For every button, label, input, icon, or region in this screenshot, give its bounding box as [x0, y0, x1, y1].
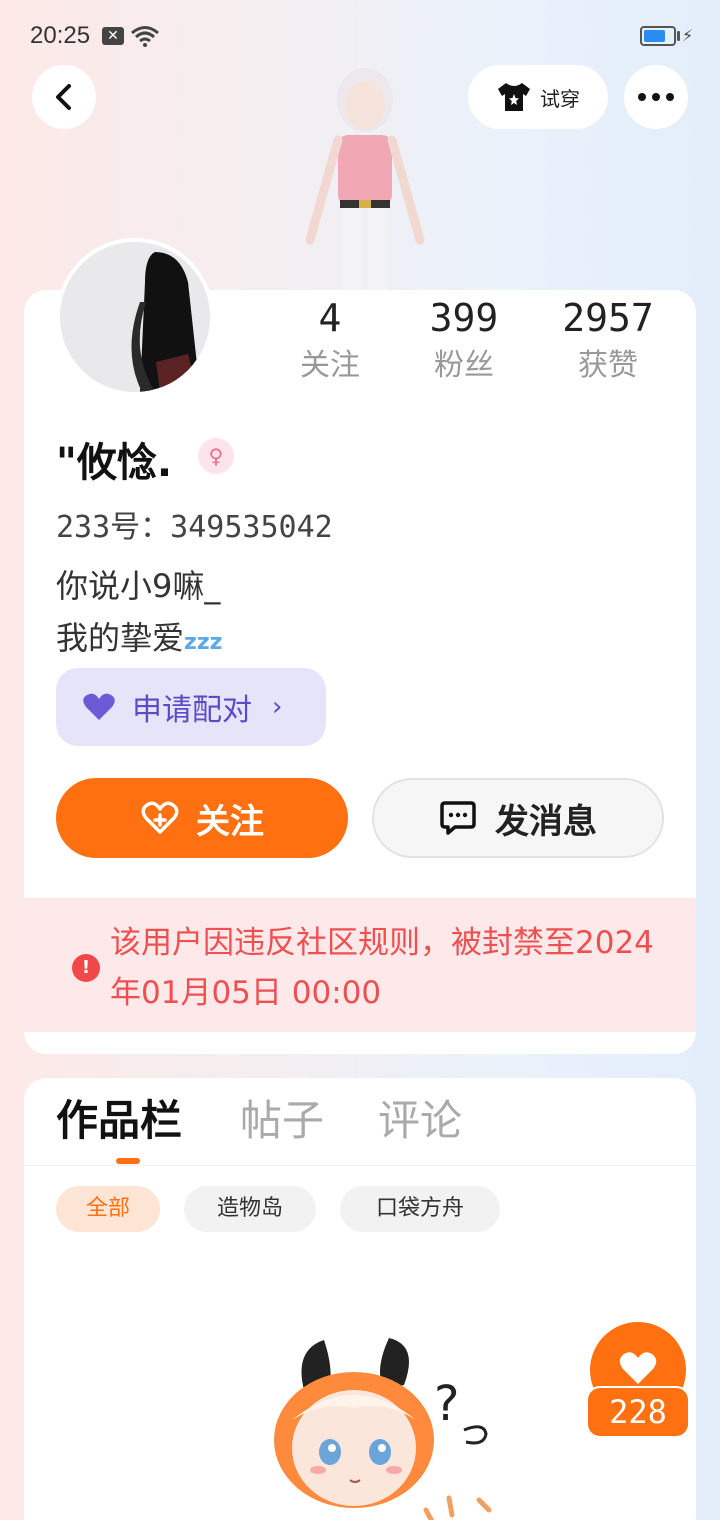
tab-indicator — [116, 1158, 140, 1164]
bio: 你说小9嘛_ 我的挚爱zzz — [56, 560, 222, 669]
female-icon: ♀ — [198, 438, 234, 474]
heart-icon — [619, 1352, 657, 1384]
following-count: 4 — [318, 296, 342, 340]
chip-creation-island[interactable]: 造物岛 — [184, 1186, 316, 1232]
battery-icon — [640, 26, 676, 46]
wifi-icon — [131, 26, 159, 47]
chevron-right-icon: › — [272, 692, 283, 722]
fans-count: 399 — [429, 296, 499, 340]
figure-illustration — [305, 68, 425, 290]
works-card: 作品栏 帖子 评论 全部 造物岛 口袋方舟 ? — [24, 1078, 696, 1520]
heart-plus-icon — [141, 801, 179, 834]
like-button[interactable]: 228 — [586, 1322, 690, 1438]
avatar-image — [60, 242, 210, 392]
warning-icon: ! — [72, 954, 100, 982]
try-on-label: 试穿 — [540, 86, 580, 111]
bio-line-1: 你说小9嘛_ — [56, 567, 221, 605]
follow-label: 关注 — [196, 801, 264, 842]
following-label: 关注 — [300, 348, 360, 383]
fans-label: 粉丝 — [434, 348, 494, 383]
stats-row: 4 关注 399 粉丝 2957 获赞 — [282, 290, 682, 400]
chip-all[interactable]: 全部 — [56, 1186, 160, 1232]
profile-card: 4 关注 399 粉丝 2957 获赞 "攸惗. ♀ 233号：34953504… — [24, 290, 696, 1054]
tshirt-icon — [498, 83, 530, 111]
content-tabs: 作品栏 帖子 评论 — [24, 1092, 696, 1166]
ban-notice: ! 该用户因违反社区规则，被封禁至2024年01月05日 00:00 — [24, 898, 696, 1032]
heart-icon — [83, 693, 115, 720]
stat-following[interactable]: 4 关注 — [270, 292, 390, 388]
avatar-3d-figure[interactable] — [290, 60, 440, 290]
sleep-icon: zzz — [184, 630, 223, 655]
tab-comments[interactable]: 评论 — [378, 1092, 462, 1150]
stat-fans[interactable]: 399 粉丝 — [404, 292, 524, 388]
like-count: 228 — [586, 1386, 690, 1438]
pair-request-button[interactable]: 申请配对 › — [56, 668, 326, 746]
avatar[interactable] — [56, 238, 214, 396]
likes-count: 2957 — [562, 296, 654, 340]
likes-label: 获赞 — [578, 348, 638, 383]
stat-likes[interactable]: 2957 获赞 — [548, 292, 668, 388]
chat-bubble-icon — [440, 801, 476, 835]
empty-state-mascot: ? — [274, 1338, 492, 1520]
user-id[interactable]: 233号：349535042 — [56, 502, 333, 546]
message-label: 发消息 — [495, 801, 597, 842]
bio-line-2-text: 我的挚爱 — [56, 619, 185, 657]
pair-request-label: 申请配对 — [132, 693, 252, 728]
svg-text:?: ? — [434, 1376, 459, 1432]
more-dots-icon — [638, 93, 674, 101]
try-on-button[interactable]: 试穿 — [468, 65, 608, 129]
charging-icon: ⚡ — [682, 26, 694, 45]
back-button[interactable] — [32, 65, 96, 129]
status-time: 20:25 — [30, 22, 91, 49]
battery-tip — [677, 31, 680, 41]
follow-button[interactable]: 关注 — [56, 778, 348, 858]
x-icon: ✕ — [102, 27, 124, 45]
chip-pocket-ark[interactable]: 口袋方舟 — [340, 1186, 500, 1232]
tab-works[interactable]: 作品栏 — [56, 1092, 182, 1150]
ban-notice-text: 该用户因违反社区规则，被封禁至2024年01月05日 00:00 — [110, 925, 654, 1011]
bio-line-2: 我的挚爱zzz — [56, 612, 222, 669]
tab-posts[interactable]: 帖子 — [240, 1092, 324, 1150]
battery-level — [644, 30, 665, 42]
chevron-left-icon — [56, 84, 71, 110]
more-button[interactable] — [624, 65, 688, 129]
message-button[interactable]: 发消息 — [372, 778, 664, 858]
nickname: "攸惗. — [56, 440, 173, 486]
